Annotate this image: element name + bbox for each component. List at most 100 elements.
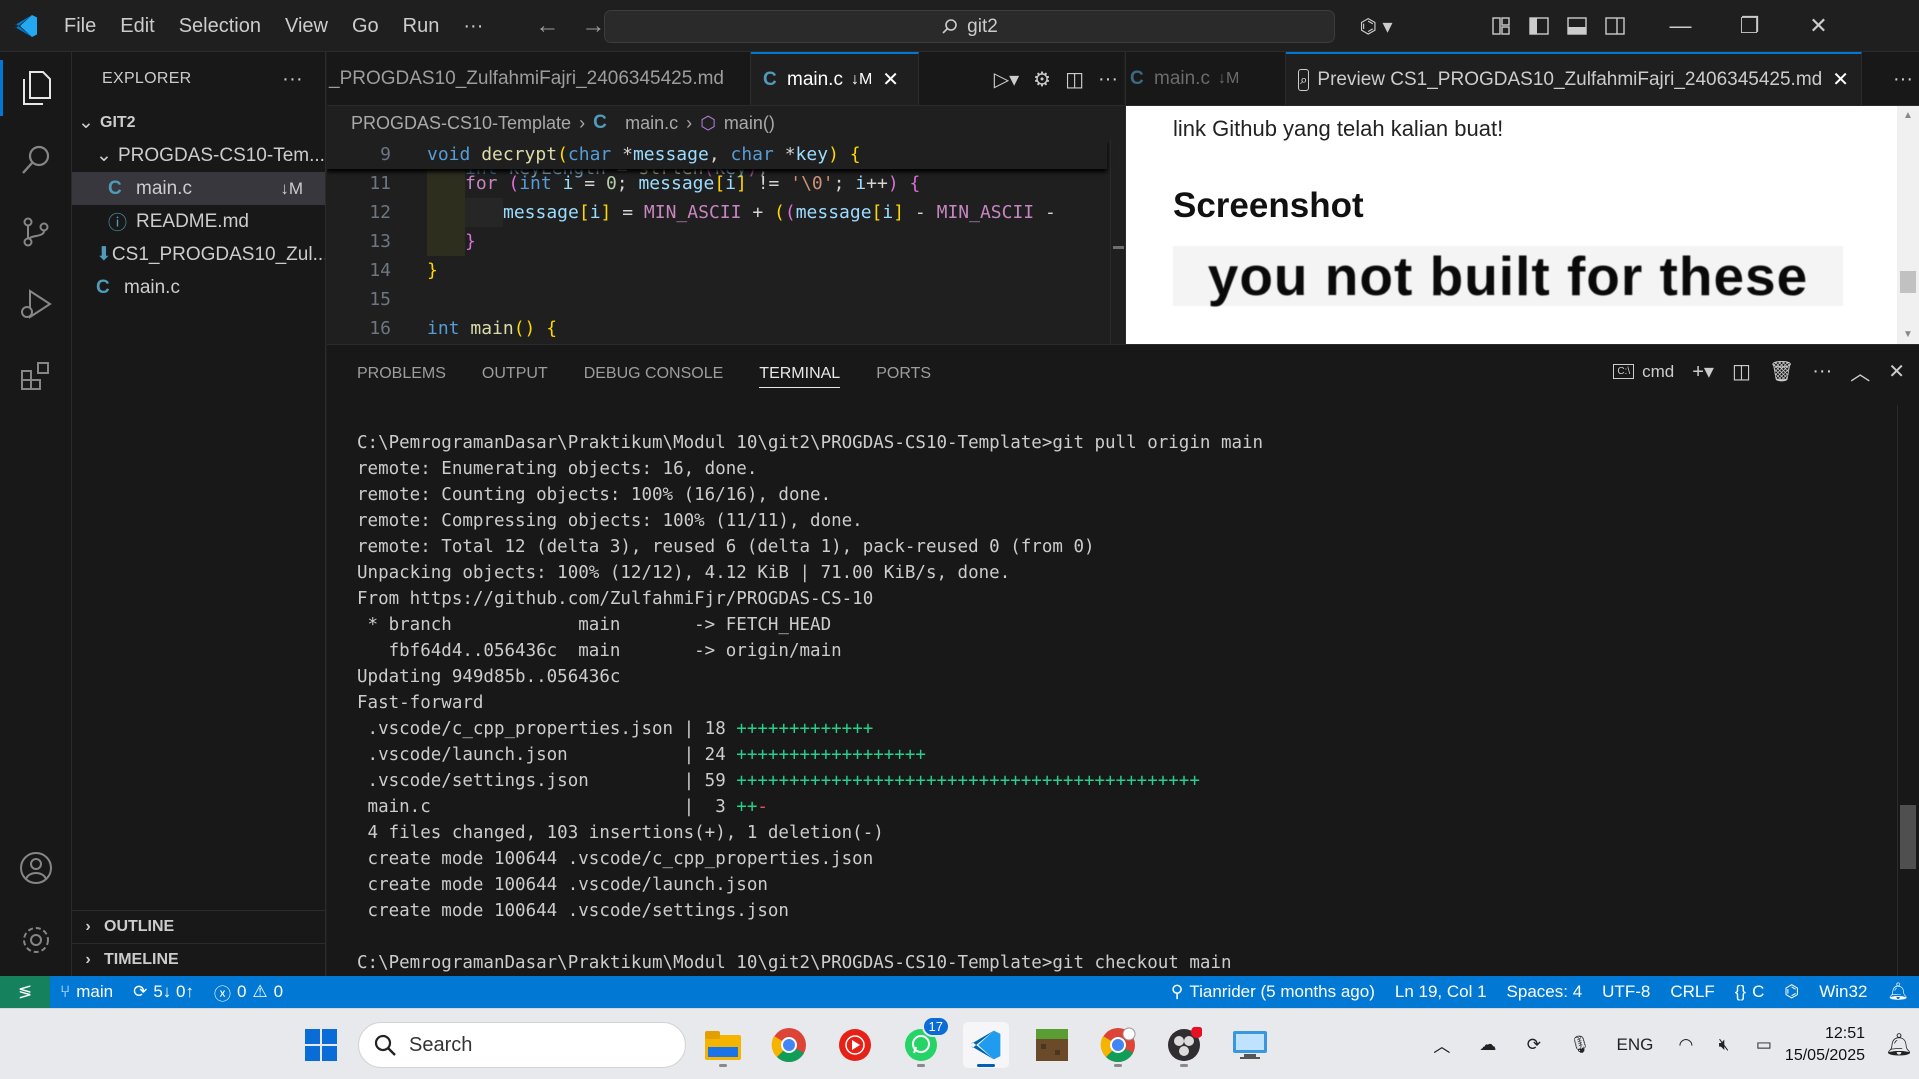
tab-ports[interactable]: PORTS: [876, 365, 931, 383]
tab-terminal[interactable]: TERMINAL: [759, 360, 841, 388]
tab-main-c[interactable]: C main.c ↓M ✕: [751, 52, 919, 105]
tab-debug-console[interactable]: DEBUG CONSOLE: [584, 365, 724, 383]
remote-desktop-icon[interactable]: [1227, 1022, 1273, 1068]
outline-section[interactable]: › OUTLINE: [72, 910, 326, 943]
manage-gear-icon[interactable]: [0, 904, 72, 976]
encoding[interactable]: UTF-8: [1592, 982, 1660, 1002]
terminal-profile[interactable]: C:\ cmd: [1613, 362, 1674, 382]
tab-output[interactable]: OUTPUT: [482, 365, 548, 383]
clock[interactable]: 12:51 15/05/2025: [1785, 1023, 1879, 1067]
terminal-scrollbar[interactable]: [1897, 405, 1919, 977]
customize-layout-icon[interactable]: [1482, 7, 1520, 45]
menu-run[interactable]: Run: [391, 9, 452, 43]
notifications-bell-icon[interactable]: 🔔︎: [1877, 982, 1919, 1002]
tab-progdas-md[interactable]: _PROGDAS10_ZulfahmiFajri_2406345425.md: [327, 52, 751, 105]
preview-scrollbar[interactable]: ▲ ▼: [1897, 106, 1919, 344]
tree-folder[interactable]: ⌄ PROGDAS-CS10-Tem...: [72, 139, 325, 172]
menu-edit[interactable]: Edit: [108, 9, 166, 43]
file-explorer-icon[interactable]: [700, 1022, 746, 1068]
code-line[interactable]: 14 }: [327, 256, 1107, 285]
split-terminal-icon[interactable]: ◫: [1732, 359, 1751, 384]
vscode-taskbar-icon[interactable]: [963, 1022, 1009, 1068]
markdown-preview[interactable]: link Github yang telah kalian buat! Scre…: [1126, 106, 1898, 344]
split-editor-icon[interactable]: ◫: [1065, 67, 1084, 92]
breadcrumb-file[interactable]: main.c: [625, 113, 678, 134]
cursor-position[interactable]: Ln 19, Col 1: [1385, 982, 1497, 1002]
tab-problems[interactable]: PROBLEMS: [357, 365, 446, 383]
more-actions-icon[interactable]: ···: [1098, 68, 1118, 91]
accounts-icon[interactable]: [0, 832, 72, 904]
sync-update-icon[interactable]: ⟳: [1511, 1035, 1557, 1055]
timeline-section[interactable]: › TIMELINE: [72, 943, 326, 976]
whatsapp-icon[interactable]: 17: [898, 1016, 950, 1068]
sticky-scroll-line[interactable]: 9 void decrypt(char *message, char *key)…: [327, 140, 1107, 169]
menu-file[interactable]: File: [52, 9, 108, 43]
breadcrumb-symbol[interactable]: main(): [724, 113, 775, 134]
windows-start-icon[interactable]: [298, 1022, 344, 1068]
menu-view[interactable]: View: [273, 9, 340, 43]
git-sync[interactable]: ⟳ 5↓ 0↑: [123, 982, 204, 1002]
close-panel-icon[interactable]: ✕: [1888, 359, 1905, 384]
minecraft-icon[interactable]: [1029, 1022, 1075, 1068]
onedrive-cloud-icon[interactable]: ☁: [1465, 1035, 1511, 1055]
command-center-search[interactable]: git2: [604, 10, 1335, 43]
editor-scrollbar[interactable]: [1110, 140, 1124, 344]
menu-go[interactable]: Go: [340, 9, 391, 43]
close-tab-icon[interactable]: ✕: [1832, 67, 1849, 92]
tab-preview-md[interactable]: ⌕ Preview CS1_PROGDAS10_ZulfahmiFajri_24…: [1286, 52, 1862, 105]
explorer-icon[interactable]: [0, 52, 72, 124]
microphone-icon[interactable]: 🎙︎: [1557, 1035, 1603, 1055]
toggle-primary-sidebar-icon[interactable]: [1520, 7, 1558, 45]
menu-more[interactable]: ···: [451, 9, 495, 43]
end-of-line[interactable]: CRLF: [1660, 982, 1724, 1002]
explorer-more-icon[interactable]: ···: [282, 68, 303, 91]
breadcrumb-folder[interactable]: PROGDAS-CS10-Template: [351, 113, 571, 134]
wifi-icon[interactable]: ◠: [1667, 1035, 1705, 1055]
problems-indicator[interactable]: ⓧ 0 ⚠ 0: [204, 980, 293, 1005]
more-actions-icon[interactable]: ···: [1812, 360, 1832, 383]
language-mode[interactable]: {} C: [1725, 982, 1775, 1002]
source-control-icon[interactable]: [0, 196, 72, 268]
close-window-icon[interactable]: ✕: [1784, 0, 1853, 52]
toggle-panel-icon[interactable]: [1558, 7, 1596, 45]
volume-muted-icon[interactable]: 🔇︎: [1705, 1035, 1743, 1055]
code-line[interactable]: 11 for (int i = 0; message[i] != '\0'; i…: [327, 169, 1107, 198]
menu-selection[interactable]: Selection: [167, 9, 273, 43]
git-blame[interactable]: ⚲ Tianrider (5 months ago): [1161, 982, 1385, 1002]
battery-charging-icon[interactable]: ▭: [1743, 1035, 1785, 1055]
toggle-secondary-sidebar-icon[interactable]: [1596, 7, 1634, 45]
code-line[interactable]: 15: [327, 285, 1107, 314]
copilot-status-icon[interactable]: ⌬: [1774, 982, 1809, 1002]
platform[interactable]: Win32: [1809, 982, 1877, 1002]
kill-terminal-trash-icon[interactable]: 🗑: [1769, 359, 1794, 384]
search-view-icon[interactable]: [0, 124, 72, 196]
forward-arrow-icon[interactable]: →: [581, 12, 605, 40]
run-file-icon[interactable]: ▷▾: [994, 67, 1019, 92]
tree-file-cs1-md[interactable]: ⬇ CS1_PROGDAS10_Zul...: [72, 238, 325, 271]
remote-indicator-icon[interactable]: ≶: [0, 976, 50, 1008]
tree-file-readme[interactable]: ⓘ README.md: [72, 205, 325, 238]
tree-root-git2[interactable]: ⌄ GIT2: [72, 106, 325, 139]
tree-file-main-c-root[interactable]: C main.c: [72, 271, 325, 304]
youtube-music-icon[interactable]: [832, 1022, 878, 1068]
back-arrow-icon[interactable]: ←: [535, 12, 559, 40]
more-actions-icon[interactable]: ···: [1893, 68, 1913, 91]
tab-main-c-secondary[interactable]: C main.c ↓M: [1126, 52, 1286, 105]
minimize-icon[interactable]: —: [1646, 0, 1715, 52]
git-branch[interactable]: ⑂ main: [50, 982, 123, 1002]
input-language[interactable]: ENG: [1603, 1035, 1667, 1055]
extensions-icon[interactable]: [0, 340, 72, 412]
code-editor[interactable]: 9 void decrypt(char *message, char *key)…: [327, 140, 1124, 344]
close-tab-icon[interactable]: ✕: [882, 67, 899, 92]
indentation[interactable]: Spaces: 4: [1497, 982, 1593, 1002]
notification-center-icon[interactable]: 🔔︎: [1879, 1032, 1919, 1058]
code-line[interactable]: 12 message[i] = MIN_ASCII + ((message[i]…: [327, 198, 1107, 227]
new-terminal-plus-icon[interactable]: +▾: [1692, 359, 1714, 384]
restore-icon[interactable]: ❐: [1715, 0, 1784, 52]
chrome-icon[interactable]: [766, 1022, 812, 1068]
terminal-output[interactable]: C:\PemrogramanDasar\Praktikum\Modul 10\g…: [357, 430, 1263, 976]
chrome-profile-icon[interactable]: [1095, 1022, 1141, 1068]
vscode-logo-icon[interactable]: [0, 0, 52, 52]
copilot-icon[interactable]: ⌬ ▾: [1350, 7, 1402, 45]
maximize-panel-chevron-up-icon[interactable]: ︿: [1850, 357, 1870, 386]
